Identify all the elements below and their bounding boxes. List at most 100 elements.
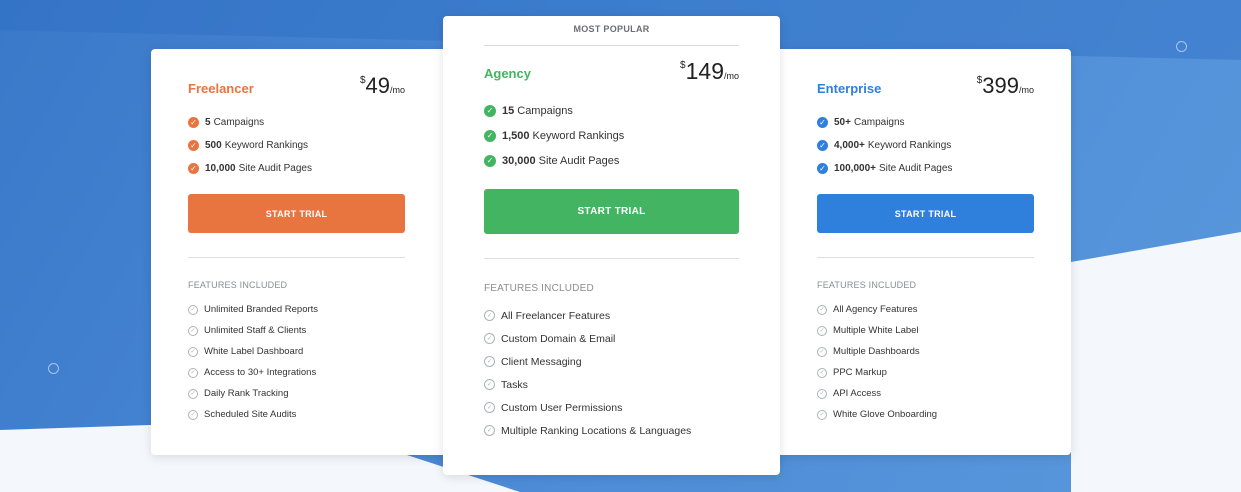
feature-item: ✓ White Label Dashboard xyxy=(188,341,405,362)
plan-header: Agency $149/mo xyxy=(484,58,739,96)
feature-label: Multiple Dashboards xyxy=(833,346,920,357)
feature-label: PPC Markup xyxy=(833,367,887,378)
decor-ring-icon xyxy=(48,363,59,374)
stat-value: 30,000 xyxy=(502,154,536,167)
feature-label: Multiple Ranking Locations & Languages xyxy=(501,424,692,437)
price-amount: 399 xyxy=(982,73,1019,98)
plan-price: $49/mo xyxy=(360,73,405,99)
check-circle-icon: ✓ xyxy=(188,117,199,128)
feature-item: ✓ Tasks xyxy=(484,373,739,396)
decor-ring-icon xyxy=(1176,41,1187,52)
feature-label: API Access xyxy=(833,388,882,399)
feature-item: ✓ Access to 30+ Integrations xyxy=(188,362,405,383)
stat-value: 1,500 xyxy=(502,129,530,142)
feature-item: ✓ Custom Domain & Email xyxy=(484,327,739,350)
feature-label: Scheduled Site Audits xyxy=(204,409,297,420)
price-currency: $ xyxy=(976,75,983,86)
feature-label: Unlimited Branded Reports xyxy=(204,304,319,315)
stat-item: ✓ 15 Campaigns xyxy=(484,98,739,123)
feature-item: ✓ Multiple Dashboards xyxy=(817,341,1034,362)
feature-label: Tasks xyxy=(501,378,528,391)
features-list: ✓ Unlimited Branded Reports ✓ Unlimited St… xyxy=(188,299,405,425)
check-outline-icon: ✓ xyxy=(484,333,495,344)
stat-label: Keyword Rankings xyxy=(532,129,625,142)
plan-card-agency: MOST POPULAR Agency $149/mo ✓ 15 Campaigns… xyxy=(443,16,780,475)
start-trial-button[interactable]: START TRIAL xyxy=(484,189,739,234)
stat-label: Site Audit Pages xyxy=(238,163,312,174)
divider xyxy=(188,257,405,258)
most-popular-badge: MOST POPULAR xyxy=(573,24,650,34)
features-heading: FEATURES INCLUDED xyxy=(817,280,917,290)
feature-label: Access to 30+ Integrations xyxy=(204,367,317,378)
feature-item: ✓ Unlimited Staff & Clients xyxy=(188,320,405,341)
plan-stats: ✓ 50+ Campaigns ✓ 4,000+ Keyword Rankings ✓ 1… xyxy=(817,111,1034,180)
stat-label: Campaigns xyxy=(853,117,905,128)
check-outline-icon: ✓ xyxy=(817,304,827,315)
price-amount: 49 xyxy=(365,73,390,98)
stat-item: ✓ 1,500 Keyword Rankings xyxy=(484,123,739,148)
feature-label: White Glove Onboarding xyxy=(833,409,938,420)
feature-label: White Label Dashboard xyxy=(204,346,304,357)
feature-item: ✓ All Agency Features xyxy=(817,299,1034,320)
price-period: /mo xyxy=(723,71,739,81)
check-circle-icon: ✓ xyxy=(484,154,496,167)
feature-item: ✓ Client Messaging xyxy=(484,350,739,373)
start-trial-button[interactable]: START TRIAL xyxy=(188,194,405,233)
plan-card-freelancer: Freelancer $49/mo ✓ 5 Campaigns ✓ 500 Keywor… xyxy=(151,49,455,455)
check-outline-icon: ✓ xyxy=(188,388,198,399)
stat-item: ✓ 500 Keyword Rankings xyxy=(188,134,405,157)
stat-value: 100,000+ xyxy=(834,163,876,174)
plan-card-enterprise: Enterprise $399/mo ✓ 50+ Campaigns ✓ 4,000+… xyxy=(768,49,1071,455)
feature-label: Multiple White Label xyxy=(833,325,919,336)
feature-label: Custom User Permissions xyxy=(501,401,623,414)
feature-label: Custom Domain & Email xyxy=(501,332,616,345)
plan-header: Freelancer $49/mo xyxy=(188,73,405,109)
stat-label: Site Audit Pages xyxy=(538,154,620,167)
check-circle-icon: ✓ xyxy=(188,163,199,174)
check-circle-icon: ✓ xyxy=(817,163,828,174)
feature-label: All Freelancer Features xyxy=(501,309,611,322)
price-currency: $ xyxy=(680,60,686,71)
feature-item: ✓ API Access xyxy=(817,383,1034,404)
feature-item: ✓ Multiple White Label xyxy=(817,320,1034,341)
price-period: /mo xyxy=(389,85,405,95)
features-list: ✓ All Agency Features ✓ Multiple White Lab… xyxy=(817,299,1034,425)
check-circle-icon: ✓ xyxy=(188,140,199,151)
stat-value: 500 xyxy=(205,140,222,151)
stat-item: ✓ 5 Campaigns xyxy=(188,111,405,134)
divider xyxy=(484,45,739,46)
check-outline-icon: ✓ xyxy=(484,356,495,367)
features-list: ✓ All Freelancer Features ✓ Custom Domain … xyxy=(484,304,739,442)
check-outline-icon: ✓ xyxy=(188,346,198,357)
price-period: /mo xyxy=(1018,85,1034,95)
feature-item: ✓ Custom User Permissions xyxy=(484,396,739,419)
plan-stats: ✓ 5 Campaigns ✓ 500 Keyword Rankings ✓ 10,000… xyxy=(188,111,405,180)
check-circle-icon: ✓ xyxy=(484,104,496,117)
feature-item: ✓ White Glove Onboarding xyxy=(817,404,1034,425)
start-trial-button[interactable]: START TRIAL xyxy=(817,194,1034,233)
plan-name: Freelancer xyxy=(188,81,254,96)
stat-value: 5 xyxy=(205,117,211,128)
stat-item: ✓ 4,000+ Keyword Rankings xyxy=(817,134,1034,157)
feature-label: Client Messaging xyxy=(501,355,582,368)
stat-value: 50+ xyxy=(834,117,851,128)
check-outline-icon: ✓ xyxy=(484,425,495,436)
divider xyxy=(484,258,739,259)
stat-label: Site Audit Pages xyxy=(879,163,953,174)
check-circle-icon: ✓ xyxy=(817,140,828,151)
feature-item: ✓ Unlimited Branded Reports xyxy=(188,299,405,320)
stat-item: ✓ 10,000 Site Audit Pages xyxy=(188,157,405,180)
stat-label: Keyword Rankings xyxy=(224,140,309,151)
plan-price: $149/mo xyxy=(680,58,739,85)
feature-item: ✓ PPC Markup xyxy=(817,362,1034,383)
check-outline-icon: ✓ xyxy=(817,346,827,357)
check-outline-icon: ✓ xyxy=(817,388,827,399)
feature-label: All Agency Features xyxy=(833,304,918,315)
plan-price: $399/mo xyxy=(977,73,1034,99)
feature-item: ✓ Scheduled Site Audits xyxy=(188,404,405,425)
check-circle-icon: ✓ xyxy=(817,117,828,128)
plan-name: Agency xyxy=(484,66,531,81)
check-outline-icon: ✓ xyxy=(817,325,827,336)
stat-value: 15 xyxy=(502,104,515,117)
features-heading: FEATURES INCLUDED xyxy=(188,280,288,290)
